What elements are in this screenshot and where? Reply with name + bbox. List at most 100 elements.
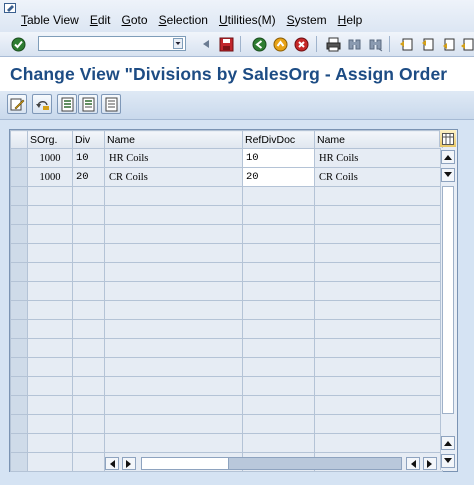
row-selector[interactable] bbox=[10, 357, 28, 377]
row-selector[interactable] bbox=[10, 395, 28, 415]
deselect-all-button[interactable] bbox=[101, 94, 121, 114]
next-page-icon[interactable] bbox=[440, 36, 456, 52]
command-dropdown-icon[interactable] bbox=[173, 38, 183, 49]
row-selector[interactable] bbox=[10, 376, 28, 396]
row-selector-header[interactable] bbox=[10, 130, 28, 149]
system-menu-icon[interactable] bbox=[4, 3, 17, 14]
undo-change-icon bbox=[35, 100, 49, 110]
last-page-icon[interactable] bbox=[459, 36, 474, 52]
command-input[interactable] bbox=[39, 37, 173, 50]
empty-cell bbox=[242, 376, 315, 396]
empty-cell bbox=[314, 319, 443, 339]
back-icon[interactable] bbox=[198, 36, 214, 52]
back-arrow-icon[interactable] bbox=[251, 36, 267, 52]
empty-cell bbox=[27, 452, 73, 472]
row-selector[interactable] bbox=[10, 281, 28, 301]
arrow-left-icon bbox=[411, 459, 416, 468]
row-selector[interactable] bbox=[10, 338, 28, 358]
undo-change-button[interactable] bbox=[32, 94, 52, 114]
empty-cell bbox=[27, 300, 73, 320]
row-selector[interactable] bbox=[10, 186, 28, 206]
menu-item-selection[interactable]: Selection bbox=[159, 13, 208, 27]
row-selector[interactable] bbox=[10, 414, 28, 434]
empty-cell bbox=[104, 300, 243, 320]
column-header-ref-name[interactable]: Name bbox=[314, 130, 443, 149]
exit-icon[interactable] bbox=[272, 36, 288, 52]
table-settings-icon[interactable] bbox=[439, 130, 456, 147]
find-icon[interactable] bbox=[346, 36, 362, 52]
toolbar-separator bbox=[240, 36, 241, 52]
cell-sorg: 1000 bbox=[27, 148, 73, 168]
row-selector[interactable] bbox=[10, 224, 28, 244]
empty-cell bbox=[314, 433, 443, 453]
row-selector[interactable] bbox=[10, 319, 28, 339]
column-header-name[interactable]: Name bbox=[104, 130, 243, 149]
toolbar-separator bbox=[316, 36, 317, 52]
column-header-div[interactable]: Div bbox=[72, 130, 105, 149]
page-title: Change View "Divisions by SalesOrg - Ass… bbox=[10, 64, 448, 84]
change-display-button[interactable] bbox=[7, 94, 27, 114]
scroll-up-button[interactable] bbox=[441, 150, 455, 164]
table-header-row: SOrg. Div Name RefDivDoc Name bbox=[10, 130, 443, 149]
scroll-right-button[interactable] bbox=[122, 457, 136, 470]
command-field[interactable] bbox=[38, 36, 186, 51]
empty-cell bbox=[27, 243, 73, 263]
horizontal-scrollbar[interactable] bbox=[105, 457, 438, 470]
cancel-icon[interactable] bbox=[293, 36, 309, 52]
empty-cell bbox=[104, 243, 243, 263]
empty-cell bbox=[314, 205, 443, 225]
empty-cell bbox=[242, 414, 315, 434]
row-selector[interactable] bbox=[10, 433, 28, 453]
row-selector[interactable] bbox=[10, 262, 28, 282]
enter-icon[interactable] bbox=[10, 36, 26, 52]
scroll-left-button[interactable] bbox=[406, 457, 420, 470]
menu-item-system[interactable]: System bbox=[287, 13, 327, 27]
column-header-sorg[interactable]: SOrg. bbox=[27, 130, 73, 149]
row-selector[interactable] bbox=[10, 243, 28, 263]
scroll-page-up-button[interactable] bbox=[441, 436, 455, 450]
menu-item-utilities-m[interactable]: Utilities(M) bbox=[219, 13, 276, 27]
menu-items: Table View Edit Goto Selection Utilities(M) S… bbox=[21, 13, 373, 27]
find-next-icon[interactable] bbox=[367, 36, 383, 52]
select-all-button[interactable] bbox=[57, 94, 77, 114]
scroll-page-down-button[interactable] bbox=[441, 454, 455, 468]
row-selector[interactable] bbox=[10, 205, 28, 225]
row-selector[interactable] bbox=[10, 148, 28, 168]
empty-cell bbox=[242, 319, 315, 339]
deselect-all-icon bbox=[105, 97, 117, 111]
vertical-scroll-thumb[interactable] bbox=[442, 186, 454, 414]
column-header-refdivdoc[interactable]: RefDivDoc bbox=[242, 130, 315, 149]
empty-cell bbox=[104, 395, 243, 415]
empty-cell bbox=[104, 262, 243, 282]
empty-cell bbox=[72, 262, 105, 282]
save-icon[interactable] bbox=[218, 36, 234, 52]
first-page-icon[interactable] bbox=[398, 36, 414, 52]
refdivdoc-input[interactable]: 10 bbox=[242, 148, 315, 168]
empty-cell bbox=[314, 357, 443, 377]
scroll-down-button[interactable] bbox=[441, 168, 455, 182]
table-control: SOrg. Div Name RefDivDoc Name 1000 10 HR C… bbox=[9, 129, 458, 472]
cell-div: 10 bbox=[72, 148, 105, 168]
horizontal-scroll-track[interactable] bbox=[141, 457, 402, 470]
row-selector[interactable] bbox=[10, 452, 28, 472]
scroll-last-column-button[interactable] bbox=[423, 457, 437, 470]
print-icon[interactable] bbox=[325, 36, 341, 52]
vertical-scrollbar[interactable] bbox=[440, 148, 456, 470]
horizontal-scroll-thumb[interactable] bbox=[142, 458, 229, 469]
menu-item-help[interactable]: Help bbox=[338, 13, 363, 27]
menu-item-edit[interactable]: Edit bbox=[90, 13, 111, 27]
empty-cell bbox=[72, 319, 105, 339]
cell-sorg: 1000 bbox=[27, 167, 73, 187]
empty-cell bbox=[104, 319, 243, 339]
row-selector[interactable] bbox=[10, 167, 28, 187]
empty-cell bbox=[72, 395, 105, 415]
select-block-button[interactable] bbox=[78, 94, 98, 114]
previous-page-icon[interactable] bbox=[419, 36, 435, 52]
title-area: Change View "Divisions by SalesOrg - Ass… bbox=[0, 57, 474, 91]
scroll-first-column-button[interactable] bbox=[105, 457, 119, 470]
menu-item-table-view[interactable]: Table View bbox=[21, 13, 79, 27]
row-selector[interactable] bbox=[10, 300, 28, 320]
menu-item-goto[interactable]: Goto bbox=[122, 13, 148, 27]
table-row: 1000 10 HR Coils 10 HR Coils bbox=[10, 148, 443, 168]
refdivdoc-input[interactable]: 20 bbox=[242, 167, 315, 187]
